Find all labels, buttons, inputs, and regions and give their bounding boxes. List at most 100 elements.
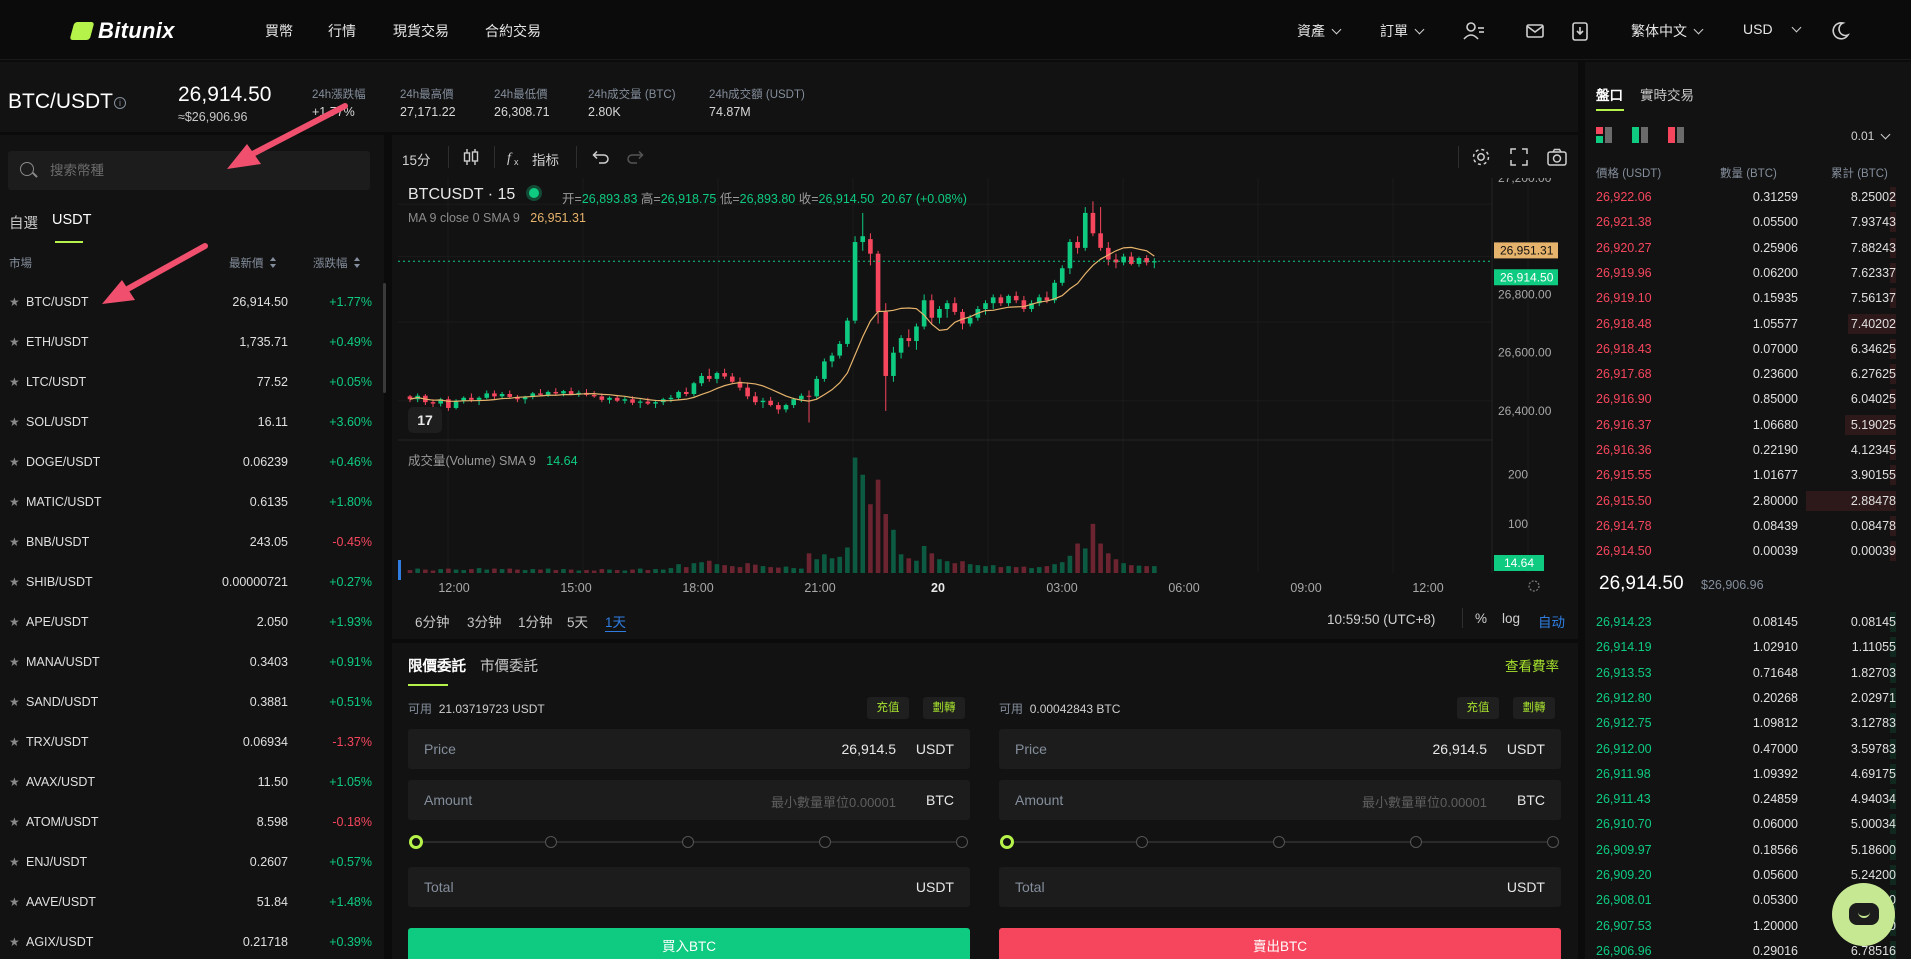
market-row[interactable]: ★ BNB/USDT 243.05 -0.45% bbox=[0, 523, 384, 563]
pair-name[interactable]: BTC/USDT bbox=[8, 90, 113, 114]
slider-stop-50[interactable] bbox=[1273, 836, 1285, 848]
favorite-star-icon[interactable]: ★ bbox=[9, 295, 20, 309]
market-row[interactable]: ★ SOL/USDT 16.11 +3.60% bbox=[0, 403, 384, 443]
fee-rate-link[interactable]: 查看費率 bbox=[1505, 655, 1559, 675]
market-row[interactable]: ★ APE/USDT 2.050 +1.93% bbox=[0, 603, 384, 643]
favorite-star-icon[interactable]: ★ bbox=[9, 455, 20, 469]
favorite-star-icon[interactable]: ★ bbox=[9, 815, 20, 829]
tab-orderbook[interactable]: 盤口 bbox=[1596, 84, 1623, 104]
favorite-star-icon[interactable]: ★ bbox=[9, 735, 20, 749]
slider-stop-75[interactable] bbox=[819, 836, 831, 848]
nav-buy-crypto[interactable]: 買幣 bbox=[265, 21, 293, 41]
sell-price-field[interactable]: Price 26,914.5 USDT bbox=[999, 729, 1561, 769]
ask-row[interactable]: 26,916.90 0.85000 6.04025 bbox=[1585, 387, 1911, 412]
favorite-star-icon[interactable]: ★ bbox=[9, 495, 20, 509]
ask-row[interactable]: 26,914.50 0.00039 0.00039 bbox=[1585, 539, 1911, 564]
bid-row[interactable]: 26,912.80 0.20268 2.02971 bbox=[1585, 686, 1911, 711]
camera-icon[interactable] bbox=[1546, 146, 1568, 168]
buy-amount-field[interactable]: Amount 最小數量單位0.00001 BTC bbox=[408, 780, 970, 820]
ask-row[interactable]: 26,918.48 1.05577 7.40202 bbox=[1585, 312, 1911, 337]
undo-icon[interactable] bbox=[588, 146, 610, 168]
bid-row[interactable]: 26,909.97 0.18566 5.18600 bbox=[1585, 838, 1911, 863]
slider-stop-50[interactable] bbox=[682, 836, 694, 848]
market-list-scrollbar[interactable] bbox=[383, 283, 386, 393]
buy-btc-button[interactable]: 買入BTC bbox=[408, 928, 970, 959]
ask-row[interactable]: 26,915.55 1.01677 3.90155 bbox=[1585, 463, 1911, 488]
book-layout-bids-icon[interactable] bbox=[1632, 127, 1648, 143]
bid-row[interactable]: 26,914.19 1.02910 1.11055 bbox=[1585, 635, 1911, 660]
scale-log[interactable]: log bbox=[1502, 611, 1520, 626]
nav-assets-menu[interactable]: 資產 bbox=[1297, 21, 1342, 41]
slider-stop-0[interactable] bbox=[1000, 835, 1014, 849]
market-search[interactable] bbox=[8, 151, 370, 190]
interval-selector[interactable]: 15分 bbox=[402, 149, 431, 169]
tradingview-logo[interactable]: 17 bbox=[408, 407, 442, 433]
market-row[interactable]: ★ AAVE/USDT 51.84 +1.48% bbox=[0, 883, 384, 923]
user-list-icon[interactable] bbox=[1463, 20, 1485, 42]
fullscreen-icon[interactable] bbox=[1508, 146, 1530, 168]
ask-row[interactable]: 26,921.38 0.05500 7.93743 bbox=[1585, 210, 1911, 235]
sell-amount-input[interactable]: 最小數量單位0.00001 bbox=[1362, 792, 1487, 811]
ask-row[interactable]: 26,920.27 0.25906 7.88243 bbox=[1585, 236, 1911, 261]
buy-amount-input[interactable]: 最小數量單位0.00001 bbox=[771, 792, 896, 811]
sell-total-field[interactable]: Total USDT bbox=[999, 867, 1561, 907]
indicator-fx-icon[interactable]: f x bbox=[505, 146, 527, 168]
market-row[interactable]: ★ SHIB/USDT 0.00000721 +0.27% bbox=[0, 563, 384, 603]
mail-icon[interactable] bbox=[1524, 20, 1546, 42]
favorite-star-icon[interactable]: ★ bbox=[9, 895, 20, 909]
price-chart[interactable]: 27,200.00 26,800.00 26,600.00 26,400.00 26,9… bbox=[398, 178, 1573, 598]
sell-price-input[interactable]: 26,914.5 bbox=[1433, 741, 1488, 757]
market-row[interactable]: ★ MANA/USDT 0.3403 +0.91% bbox=[0, 643, 384, 683]
market-row[interactable]: ★ ATOM/USDT 8.598 -0.18% bbox=[0, 803, 384, 843]
sell-deposit-button[interactable]: 充值 bbox=[1457, 697, 1499, 719]
market-row[interactable]: ★ LTC/USDT 77.52 +0.05% bbox=[0, 363, 384, 403]
slider-stop-25[interactable] bbox=[545, 836, 557, 848]
slider-stop-75[interactable] bbox=[1410, 836, 1422, 848]
support-chat-button[interactable] bbox=[1832, 883, 1895, 946]
market-row[interactable]: ★ AVAX/USDT 11.50 +1.05% bbox=[0, 763, 384, 803]
ask-row[interactable]: 26,916.36 0.22190 4.12345 bbox=[1585, 438, 1911, 463]
nav-orders-menu[interactable]: 訂單 bbox=[1380, 21, 1425, 41]
nav-futures-trading[interactable]: 合約交易 bbox=[485, 21, 541, 41]
favorite-star-icon[interactable]: ★ bbox=[9, 335, 20, 349]
candle-type-icon[interactable] bbox=[460, 146, 482, 168]
info-icon[interactable]: i bbox=[114, 97, 126, 109]
currency-selector[interactable]: USD bbox=[1743, 21, 1802, 37]
buy-deposit-button[interactable]: 充值 bbox=[867, 697, 909, 719]
ask-row[interactable]: 26,914.78 0.08439 0.08478 bbox=[1585, 514, 1911, 539]
ask-row[interactable]: 26,917.68 0.23600 6.27625 bbox=[1585, 362, 1911, 387]
sell-amount-field[interactable]: Amount 最小數量單位0.00001 BTC bbox=[999, 780, 1561, 820]
ask-row[interactable]: 26,918.43 0.07000 6.34625 bbox=[1585, 337, 1911, 362]
buy-transfer-button[interactable]: 劃轉 bbox=[923, 697, 965, 719]
sell-transfer-button[interactable]: 劃轉 bbox=[1513, 697, 1555, 719]
bid-row[interactable]: 26,914.23 0.08145 0.08145 bbox=[1585, 610, 1911, 635]
buy-total-field[interactable]: Total USDT bbox=[408, 867, 970, 907]
search-input[interactable] bbox=[50, 151, 360, 190]
market-row[interactable]: ★ ENJ/USDT 0.2607 +0.57% bbox=[0, 843, 384, 883]
bid-row[interactable]: 26,910.70 0.06000 5.00034 bbox=[1585, 812, 1911, 837]
nav-markets[interactable]: 行情 bbox=[328, 21, 356, 41]
favorite-star-icon[interactable]: ★ bbox=[9, 935, 20, 949]
favorite-star-icon[interactable]: ★ bbox=[9, 575, 20, 589]
slider-stop-25[interactable] bbox=[1136, 836, 1148, 848]
buy-price-field[interactable]: Price 26,914.5 USDT bbox=[408, 729, 970, 769]
tab-usdt[interactable]: USDT bbox=[52, 212, 91, 228]
scale-percent[interactable]: % bbox=[1475, 611, 1487, 626]
range-6min[interactable]: 6分钟 bbox=[415, 611, 450, 631]
brand-logo[interactable]: Bitunix bbox=[69, 18, 175, 44]
favorite-star-icon[interactable]: ★ bbox=[9, 615, 20, 629]
tab-recent-trades[interactable]: 實時交易 bbox=[1640, 84, 1694, 104]
ask-row[interactable]: 26,915.50 2.80000 2.88478 bbox=[1585, 489, 1911, 514]
market-row[interactable]: ★ ETH/USDT 1,735.71 +0.49% bbox=[0, 323, 384, 363]
sell-amount-slider[interactable] bbox=[999, 832, 1561, 852]
ma-legend[interactable]: MA 9 close 0 SMA 9 26,951.31 bbox=[408, 211, 586, 225]
download-icon[interactable] bbox=[1569, 20, 1591, 42]
tab-favorites[interactable]: 自選 bbox=[9, 212, 38, 233]
favorite-star-icon[interactable]: ★ bbox=[9, 535, 20, 549]
redo-icon[interactable] bbox=[626, 146, 648, 168]
precision-selector[interactable]: 0.01 bbox=[1851, 129, 1891, 143]
bid-row[interactable]: 26,911.98 1.09392 4.69175 bbox=[1585, 762, 1911, 787]
favorite-star-icon[interactable]: ★ bbox=[9, 655, 20, 669]
favorite-star-icon[interactable]: ★ bbox=[9, 695, 20, 709]
bid-row[interactable]: 26,912.75 1.09812 3.12783 bbox=[1585, 711, 1911, 736]
